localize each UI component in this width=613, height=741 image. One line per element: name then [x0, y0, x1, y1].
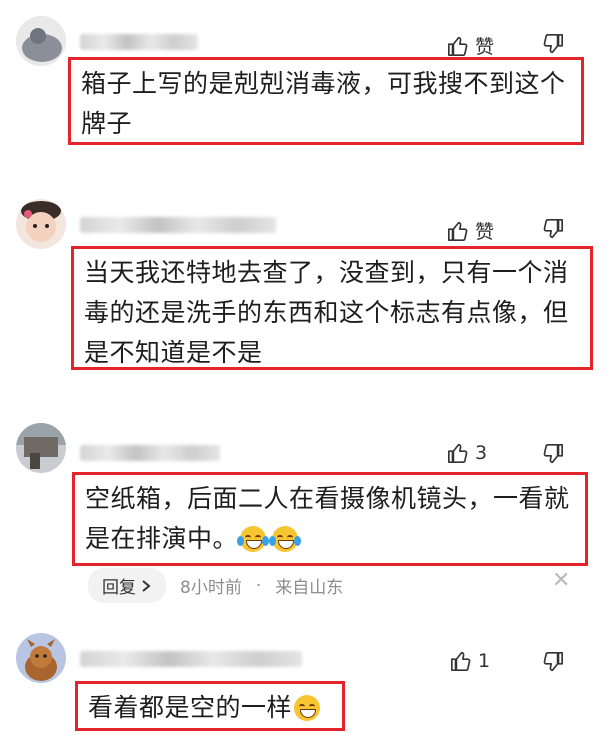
avatar[interactable] — [16, 633, 66, 683]
comment-text-highlighted: 当天我还特地去查了，没查到，只有一个消毒的还是洗手的东西和这个标志有点像，但是不… — [71, 246, 593, 370]
comment-meta: 回复 8小时前 · 来自山东 — [88, 568, 343, 603]
grinning-emoji-icon — [294, 695, 321, 721]
dislike-button[interactable] — [542, 33, 564, 59]
comment-text: 空纸箱，后面二人在看摄像机镜头，一看就是在排演中。 — [85, 484, 570, 553]
avatar[interactable] — [16, 16, 66, 66]
avatar-photo — [16, 199, 66, 249]
comment-location: 来自山东 — [275, 578, 344, 598]
laugh-cry-emoji-icon — [237, 526, 270, 552]
avatar-photo — [16, 423, 66, 473]
comment-text-highlighted: 空纸箱，后面二人在看摄像机镜头，一看就是在排演中。 — [72, 472, 588, 566]
thumbs-up-icon — [448, 36, 468, 56]
like-count: 3 — [475, 442, 488, 464]
dislike-button[interactable] — [542, 443, 564, 469]
comment-text-highlighted: 箱子上写的是剋剋消毒液，可我搜不到这个牌子 — [68, 57, 584, 145]
like-label: 赞 — [475, 221, 495, 243]
username-blurred[interactable] — [80, 217, 276, 233]
comment-1: 赞 箱子上写的是剋剋消毒液，可我搜不到这个牌子 — [0, 0, 613, 160]
comment-3: 3 空纸箱，后面二人在看摄像机镜头，一看就是在排演中。 回复 8小时前 · 来自… — [0, 415, 613, 605]
thumbs-up-icon — [448, 221, 468, 241]
like-label: 赞 — [475, 36, 495, 58]
comment-text-highlighted: 看着都是空的一样 — [75, 681, 345, 731]
close-icon[interactable]: ✕ — [552, 568, 570, 593]
like-button[interactable]: 赞 — [447, 217, 494, 244]
dislike-button[interactable] — [542, 218, 564, 244]
thumbs-up-icon — [448, 443, 468, 463]
comment-time: 8小时前 — [180, 578, 242, 598]
comment-2: 赞 当天我还特地去查了，没查到，只有一个消毒的还是洗手的东西和这个标志有点像，但… — [0, 185, 613, 385]
thumbs-down-icon — [543, 219, 563, 239]
like-count: 1 — [478, 650, 491, 672]
comment-4: 1 看着都是空的一样 — [0, 625, 613, 741]
like-button[interactable]: 3 — [447, 442, 487, 464]
username-blurred[interactable] — [80, 34, 198, 50]
chevron-right-icon — [142, 579, 151, 592]
thumbs-up-icon — [451, 651, 471, 671]
comment-text: 当天我还特地去查了，没查到，只有一个消毒的还是洗手的东西和这个标志有点像，但是不… — [84, 258, 569, 367]
avatar-photo — [16, 16, 66, 66]
like-button[interactable]: 1 — [450, 650, 490, 672]
dislike-button[interactable] — [542, 651, 564, 677]
avatar[interactable] — [16, 423, 66, 473]
comment-text: 看着都是空的一样 — [88, 693, 293, 722]
thumbs-down-icon — [543, 652, 563, 672]
meta-separator: · — [255, 575, 262, 596]
thumbs-down-icon — [543, 444, 563, 464]
reply-button[interactable]: 回复 — [88, 568, 166, 603]
thumbs-down-icon — [543, 34, 563, 54]
avatar[interactable] — [16, 199, 66, 249]
like-button[interactable]: 赞 — [447, 32, 494, 59]
avatar-photo — [16, 633, 66, 683]
laugh-cry-emoji-icon — [269, 526, 302, 552]
comment-text: 箱子上写的是剋剋消毒液，可我搜不到这个牌子 — [81, 69, 566, 138]
reply-label: 回复 — [102, 578, 136, 598]
username-blurred[interactable] — [80, 651, 302, 667]
username-blurred[interactable] — [80, 445, 220, 461]
